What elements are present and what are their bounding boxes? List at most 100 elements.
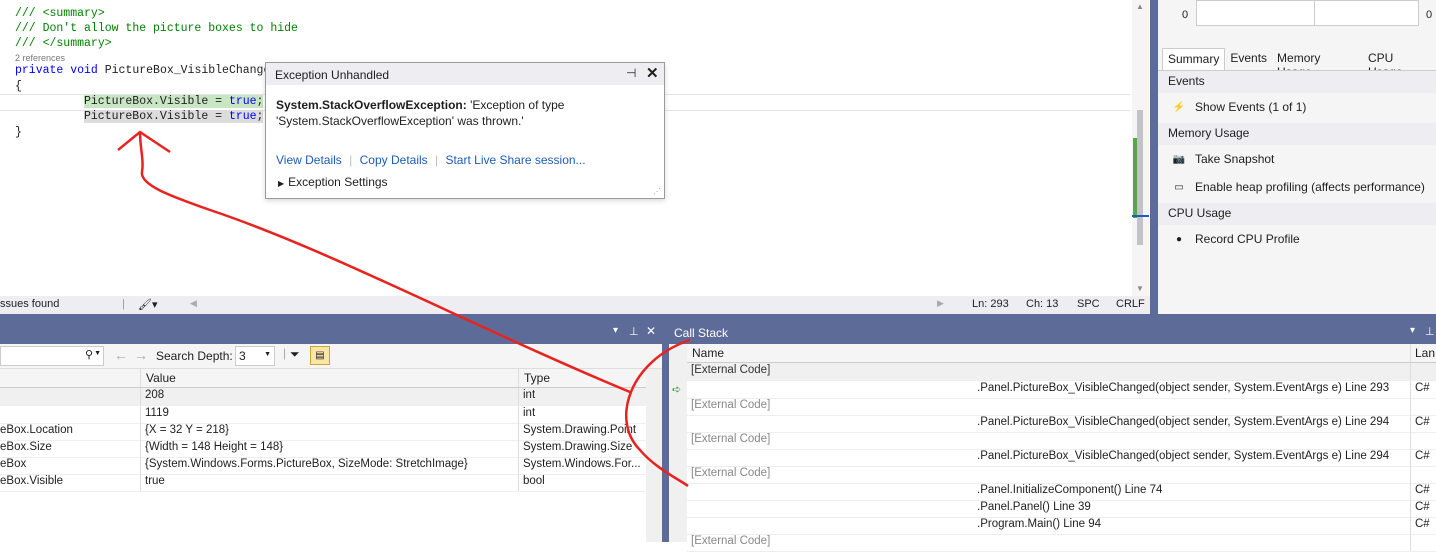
current-frame-arrow-icon: ➪: [672, 384, 682, 396]
call-stack-row[interactable]: [External Code]: [687, 398, 1436, 416]
scroll-up-icon[interactable]: ▲: [1136, 2, 1144, 11]
brush-dropdown-icon[interactable]: 🖌▾: [138, 298, 158, 311]
scroll-down-icon[interactable]: ▼: [1136, 284, 1144, 293]
line-number[interactable]: Ln: 293: [972, 298, 1009, 310]
locals-toolbar: ⚲ ▼ ← → Search Depth: 3 ▼ | ⏷ ▤: [0, 344, 662, 369]
scrollbar-thumb[interactable]: [1137, 110, 1143, 245]
panel-splitter[interactable]: [0, 314, 1436, 322]
show-events-item[interactable]: ⚡ Show Events (1 of 1): [1172, 100, 1307, 114]
column-header-language[interactable]: Lan: [1415, 346, 1435, 360]
heap-profiling-item[interactable]: ▭ Enable heap profiling (affects performa…: [1172, 180, 1425, 194]
scroll-left-icon[interactable]: ◀: [190, 298, 197, 309]
timeline-graph[interactable]: [1314, 0, 1419, 26]
chevron-down-icon[interactable]: ▼: [94, 350, 101, 357]
table-row[interactable]: eBox {System.Windows.Forms.PictureBox, S…: [0, 457, 646, 475]
section-events: Events: [1158, 71, 1436, 93]
panel-splitter[interactable]: [662, 322, 669, 542]
table-row[interactable]: eBox.Location {X = 32 Y = 218} System.Dr…: [0, 423, 646, 441]
call-stack-row[interactable]: [External Code]: [687, 534, 1436, 552]
search-icon[interactable]: ⚲: [85, 348, 93, 361]
tab-memory-usage[interactable]: Memory Usage: [1272, 48, 1363, 79]
code-line: /// <summary>: [15, 7, 105, 20]
caret-marker: [1132, 215, 1149, 217]
search-back-icon[interactable]: ←: [114, 347, 128, 363]
chevron-down-icon: ▼: [264, 351, 271, 358]
call-stack-row[interactable]: .Panel.Panel() Line 39 C#: [687, 500, 1436, 518]
section-memory-usage: Memory Usage: [1158, 123, 1436, 145]
call-stack-row[interactable]: .Panel.PictureBox_VisibleChanged(object …: [687, 415, 1436, 433]
separator: |: [122, 298, 125, 310]
table-row[interactable]: 208 int: [0, 388, 646, 406]
code-line: {: [15, 80, 22, 93]
pin-icon[interactable]: ⊥: [629, 325, 639, 338]
search-input[interactable]: ⚲ ▼: [0, 346, 104, 366]
window-divider[interactable]: [1150, 0, 1158, 314]
codelens-references[interactable]: 2 references: [15, 53, 65, 63]
search-forward-icon[interactable]: →: [134, 347, 148, 363]
window-menu-icon[interactable]: ▾: [613, 325, 618, 336]
editor-scrollbar[interactable]: ▲ ▼: [1132, 0, 1149, 296]
line-endings[interactable]: CRLF: [1116, 298, 1145, 310]
column-header-value[interactable]: Value: [146, 371, 176, 385]
locals-column-headers: Value Type: [0, 369, 646, 388]
column-header-name[interactable]: Name: [692, 346, 724, 360]
tab-summary[interactable]: Summary: [1162, 48, 1226, 70]
call-stack-row[interactable]: [External Code]: [687, 432, 1436, 450]
search-depth-select[interactable]: 3 ▼: [235, 346, 275, 366]
table-row[interactable]: 1119 int: [0, 406, 646, 424]
close-icon[interactable]: ✕: [646, 64, 659, 82]
timeline-graph[interactable]: [1196, 0, 1318, 26]
search-depth-label: Search Depth:: [156, 349, 233, 363]
call-stack-row[interactable]: .Panel.PictureBox_VisibleChanged(object …: [687, 381, 1436, 399]
whitespace-mode[interactable]: SPC: [1077, 298, 1100, 310]
resize-grip-icon[interactable]: ⋰: [653, 187, 661, 196]
call-stack-row[interactable]: .Program.Main() Line 94 C#: [687, 517, 1436, 535]
code-line: }: [15, 126, 22, 139]
pin-icon[interactable]: ⊥: [1425, 325, 1435, 338]
section-cpu-usage: CPU Usage: [1158, 203, 1436, 225]
timeline-axis-right: 0: [1426, 9, 1433, 21]
call-stack-row[interactable]: .Panel.PictureBox_VisibleChanged(object …: [687, 449, 1436, 467]
exception-title: Exception Unhandled: [275, 68, 390, 82]
exception-settings[interactable]: ▶ Exception Settings: [278, 175, 388, 189]
record-dot-icon: ●: [1175, 233, 1183, 245]
take-snapshot-item[interactable]: 📷 Take Snapshot: [1172, 152, 1275, 166]
code-line: /// Don't allow the picture boxes to hid…: [15, 22, 298, 35]
method-signature: PictureBox_VisibleChanged(: [97, 64, 285, 77]
tab-events[interactable]: Events: [1225, 48, 1272, 70]
view-details-link[interactable]: View Details: [276, 153, 342, 167]
call-stack-column-headers: Name Lan: [687, 344, 1436, 363]
table-row[interactable]: eBox.Visible true bool: [0, 474, 646, 492]
change-marker: [1133, 138, 1137, 218]
column-number[interactable]: Ch: 13: [1026, 298, 1058, 310]
locals-scrollbar[interactable]: [646, 369, 662, 542]
exception-titlebar: Exception Unhandled ⊣ ✕: [266, 63, 664, 85]
view-toggle-icon[interactable]: ▤: [310, 346, 330, 365]
diagnostic-tabs: Summary Events Memory Usage CPU Usage: [1162, 48, 1436, 79]
call-stack-row[interactable]: [External Code]: [687, 466, 1436, 484]
call-stack-gutter: [669, 344, 687, 542]
exception-links: View Details | Copy Details | Start Live…: [276, 153, 586, 167]
call-stack-row[interactable]: .Panel.InitializeComponent() Line 74 C#: [687, 483, 1436, 501]
issues-indicator[interactable]: ssues found: [0, 298, 59, 310]
column-header-type[interactable]: Type: [524, 371, 550, 385]
close-icon[interactable]: ✕: [646, 324, 656, 338]
locals-header: ▾ ⊥ ✕: [0, 322, 662, 344]
scroll-right-icon[interactable]: ▶: [937, 298, 944, 309]
copy-details-link[interactable]: Copy Details: [360, 153, 428, 167]
code-line: private void PictureBox_VisibleChanged(: [15, 64, 284, 77]
call-stack-title: Call Stack: [674, 326, 729, 340]
call-stack-window: Call Stack ▾ ⊥ Name Lan [External Code] …: [669, 322, 1436, 552]
filter-icon[interactable]: ⏷: [290, 347, 300, 362]
pin-icon[interactable]: ⊣: [626, 66, 636, 80]
table-row[interactable]: eBox.Size {Width = 148 Height = 148} Sys…: [0, 440, 646, 458]
tab-cpu-usage[interactable]: CPU Usage: [1363, 48, 1436, 79]
live-share-link[interactable]: Start Live Share session...: [445, 153, 585, 167]
code-line: /// </summary>: [15, 37, 112, 50]
highlighted-statement: PictureBox.Visible = true;: [84, 95, 264, 108]
record-cpu-item[interactable]: ● Record CPU Profile: [1172, 232, 1300, 246]
lightning-icon: ⚡: [1172, 101, 1186, 113]
call-stack-header: Call Stack ▾ ⊥: [669, 322, 1436, 344]
call-stack-row[interactable]: [External Code]: [687, 363, 1436, 381]
window-menu-icon[interactable]: ▾: [1410, 325, 1415, 336]
